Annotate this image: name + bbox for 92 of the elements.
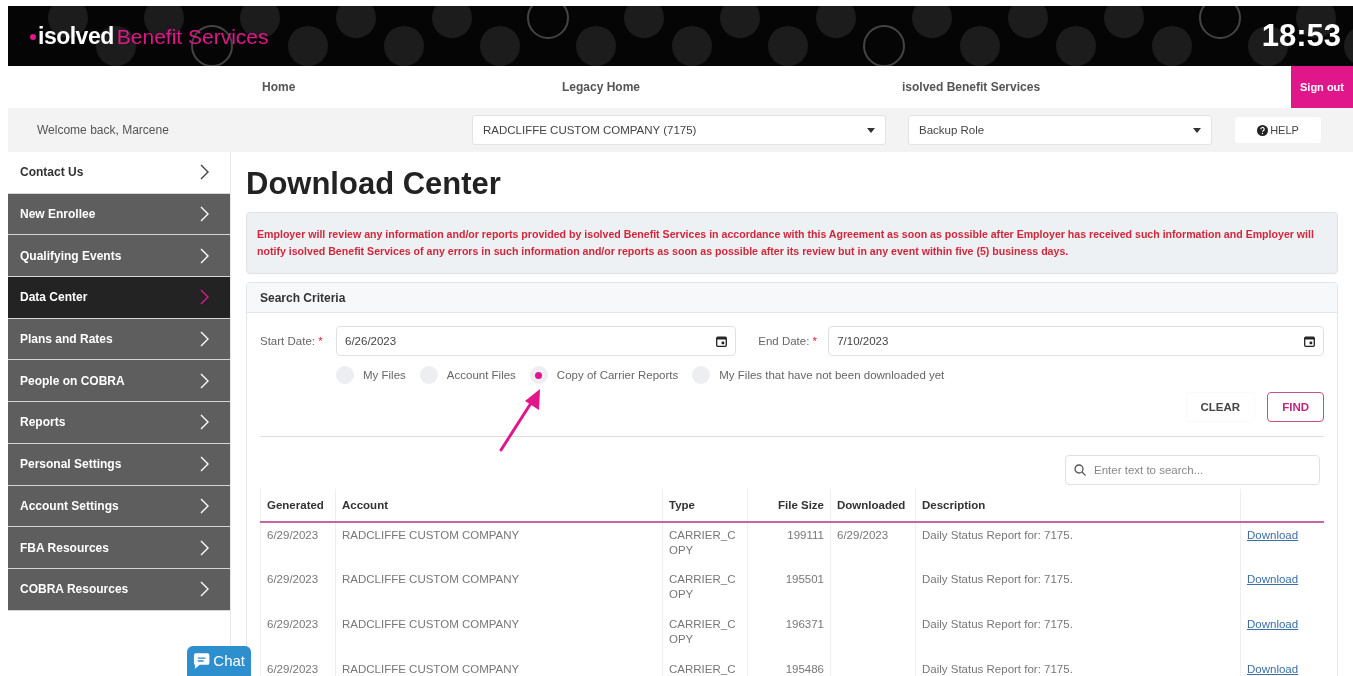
sidebar-item[interactable]: Reports xyxy=(8,402,230,444)
radio-label: Copy of Carrier Reports xyxy=(556,369,679,381)
sign-out-button[interactable]: Sign out xyxy=(1291,66,1353,108)
help-icon xyxy=(1257,124,1269,136)
sidebar-item[interactable]: Personal Settings xyxy=(8,443,230,486)
chevron-icon xyxy=(200,206,210,223)
sidebar-item[interactable]: People on COBRA xyxy=(8,360,230,403)
clear-button[interactable]: CLEAR xyxy=(1185,392,1256,422)
chevron-icon xyxy=(200,164,210,181)
table-cell: 6/29/2023 xyxy=(837,529,889,541)
company-select[interactable]: RADCLIFFE CUSTOM COMPANY (7175) xyxy=(472,115,886,145)
calendar-icon xyxy=(716,335,728,347)
chevron-icon xyxy=(200,539,210,556)
search-icon xyxy=(1074,464,1086,476)
radio-option[interactable]: My Files xyxy=(336,366,406,384)
chat-bubble-icon xyxy=(193,651,211,669)
field-label: End Date: * xyxy=(758,335,819,347)
chevron-icon xyxy=(200,247,210,264)
download-link[interactable]: Download xyxy=(1247,529,1299,541)
table-cell: 6/29/2023 xyxy=(267,663,319,675)
chevron-icon xyxy=(200,289,210,306)
table-cell: RADCLIFFE CUSTOM COMPANY xyxy=(342,529,520,541)
column-header: File Size xyxy=(747,489,831,522)
date-field[interactable]: 7/10/2023 xyxy=(828,326,1324,356)
chevron-icon xyxy=(200,581,210,598)
caret-icon xyxy=(1193,127,1201,133)
radio-option[interactable]: Account Files xyxy=(419,366,516,384)
column-header: Type xyxy=(662,489,748,522)
chevron-icon xyxy=(200,456,210,473)
table-cell: 6/29/2023 xyxy=(267,573,319,585)
radio-label: Account Files xyxy=(446,369,516,381)
column-header: Downloaded xyxy=(830,489,916,522)
chevron-icon xyxy=(200,331,210,348)
chevron-icon xyxy=(200,497,210,514)
sidebar-item[interactable]: COBRA Resources xyxy=(8,568,230,611)
column-header: Account xyxy=(335,489,663,522)
radio-option[interactable]: My Files that have not been downloaded yet xyxy=(692,366,945,384)
logo-product: Benefit Services xyxy=(116,24,269,49)
annotation-arrow xyxy=(497,388,543,454)
radio-label: My Files that have not been downloaded yet xyxy=(719,369,945,381)
help-button[interactable]: HELP xyxy=(1235,117,1321,143)
sidebar-item[interactable]: New Enrollee xyxy=(8,193,230,236)
table-cell: Daily Status Report for: 7175. xyxy=(922,529,1073,541)
table-cell: 6/29/2023 xyxy=(267,618,319,630)
role-select[interactable]: Backup Role xyxy=(908,115,1212,145)
radio-option[interactable]: Copy of Carrier Reports xyxy=(529,366,679,384)
table-cell: RADCLIFFE CUSTOM COMPANY xyxy=(342,573,520,585)
date-field[interactable]: 6/26/2023 xyxy=(336,326,737,356)
nav-link[interactable]: Legacy Home xyxy=(530,80,870,94)
sidebar-item[interactable]: Account Settings xyxy=(8,485,230,528)
radio-button[interactable] xyxy=(529,366,548,384)
table-cell: Daily Status Report for: 7175. xyxy=(922,618,1073,630)
column-header: Description xyxy=(915,489,1241,522)
table-cell: RADCLIFFE CUSTOM COMPANY xyxy=(342,663,520,675)
radio-label: My Files xyxy=(363,369,406,381)
nav-link[interactable]: Home xyxy=(230,80,530,94)
panel-title: Search Criteria xyxy=(247,283,1337,313)
download-link[interactable]: Download xyxy=(1247,663,1299,675)
table-cell: 6/29/2023 xyxy=(267,529,319,541)
welcome-text: Welcome back, Marcene xyxy=(37,123,170,137)
logo-brand: isolved xyxy=(38,22,114,50)
table-cell: CARRIER_COPY xyxy=(669,618,736,645)
chevron-icon xyxy=(200,372,210,389)
search-field[interactable]: Enter text to search... xyxy=(1065,455,1320,485)
table-cell: RADCLIFFE CUSTOM COMPANY xyxy=(342,618,520,630)
sidebar-item[interactable]: Plans and Rates xyxy=(8,318,230,361)
table-cell: CARRIER_C xyxy=(669,663,736,675)
table-cell: 196371 xyxy=(785,618,824,630)
find-button[interactable]: FIND xyxy=(1267,392,1324,422)
clock-time: 18:53 xyxy=(1261,18,1341,54)
notice-text: Employer will review any information and/or reports provided by isolved Benefit Services in accordance with this Agreement as soon as possible after Employer has received such information and Employer will notify isolved Benefit Services of any errors in such information and/or reports as soon as possible after its review but in any event within five (5) business days. xyxy=(246,212,1338,274)
sidebar-item[interactable]: FBA Resources xyxy=(8,527,230,569)
table-cell: 199111 xyxy=(787,529,824,541)
sidebar-item[interactable]: Data Center xyxy=(8,277,230,319)
page-title: Download Center xyxy=(246,166,502,202)
download-link[interactable]: Download xyxy=(1247,573,1299,585)
nav-link[interactable]: isolved Benefit Services xyxy=(870,80,1291,94)
calendar-icon xyxy=(1304,335,1315,347)
download-link[interactable]: Download xyxy=(1247,618,1299,630)
sidebar-item[interactable]: Qualifying Events xyxy=(8,235,230,278)
table-cell: CARRIER_COPY xyxy=(669,529,736,556)
table-cell: Daily Status Report for: 7175. xyxy=(922,663,1073,675)
chat-button[interactable]: Chat xyxy=(187,646,251,676)
logo-dot-icon xyxy=(30,33,36,40)
table-cell: 195486 xyxy=(785,663,824,675)
table-cell: 195501 xyxy=(785,573,824,585)
table-cell: Daily Status Report for: 7175. xyxy=(922,573,1073,585)
chevron-icon xyxy=(200,414,210,431)
field-label: Start Date: * xyxy=(260,335,324,347)
table-cell: CARRIER_COPY xyxy=(669,573,736,600)
caret-icon xyxy=(867,127,875,133)
column-header: Generated xyxy=(260,489,336,522)
